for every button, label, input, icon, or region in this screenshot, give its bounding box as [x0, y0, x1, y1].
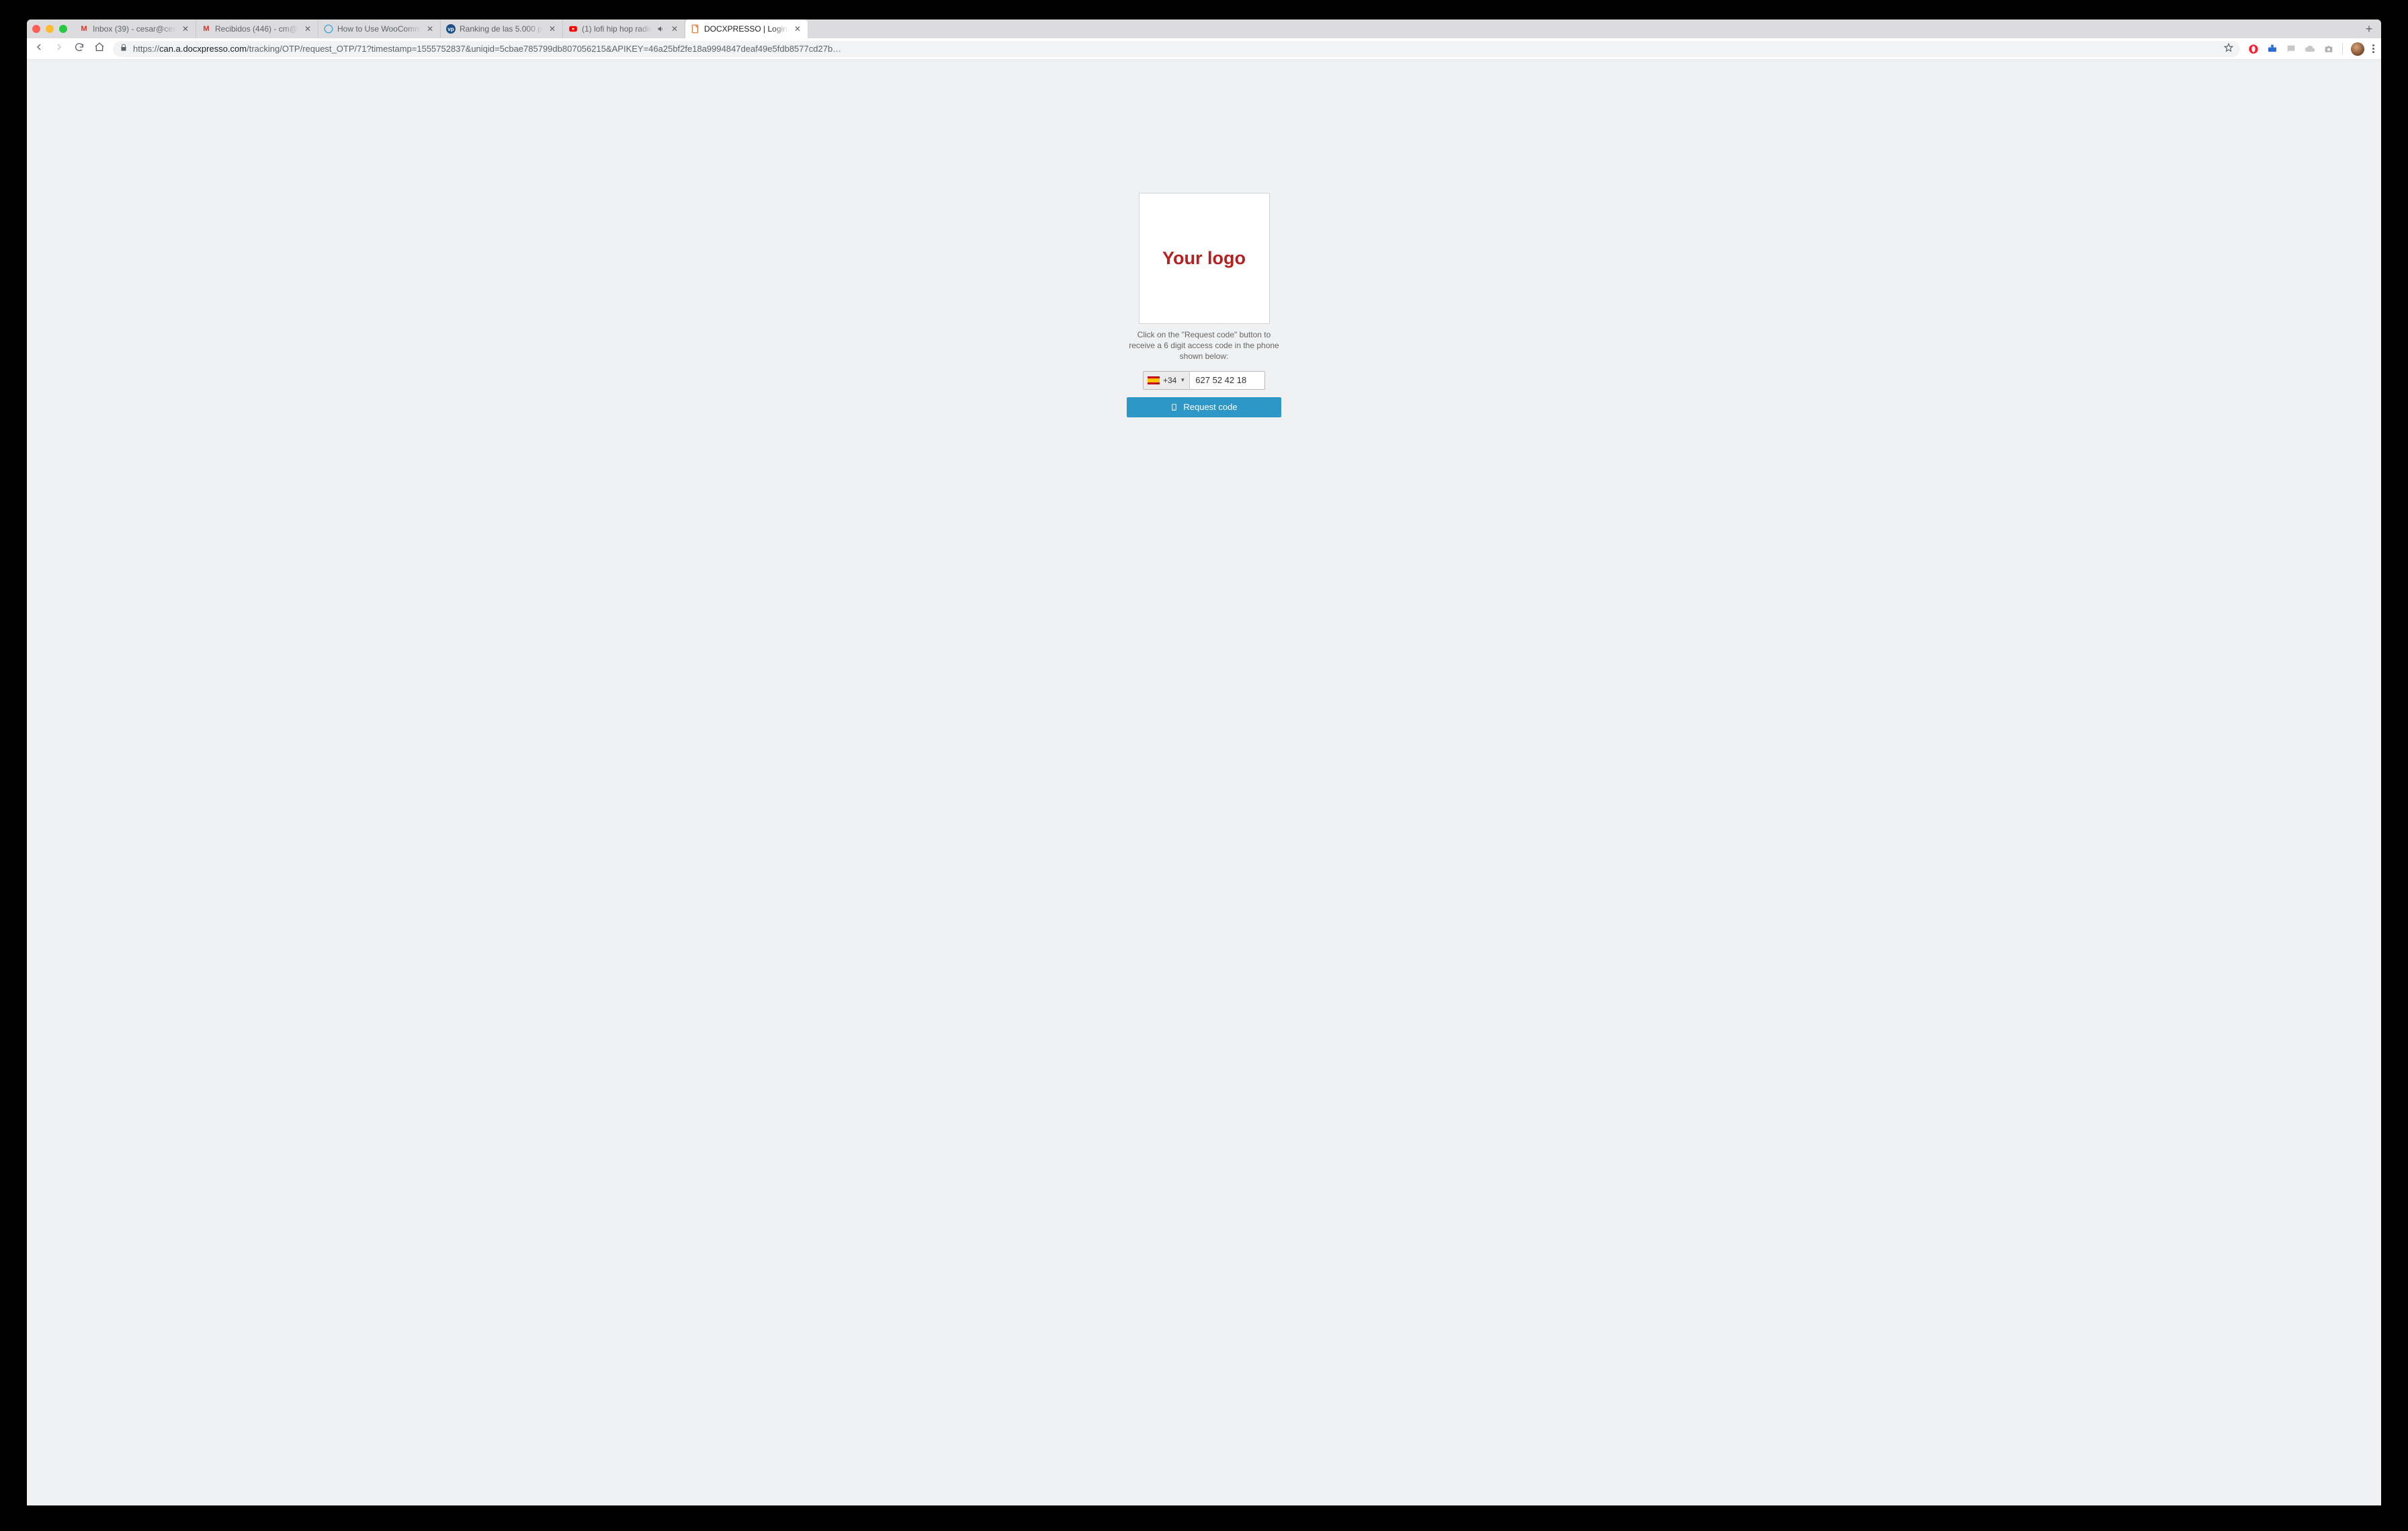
forward-button[interactable] — [54, 42, 64, 56]
tab-docxpresso-login[interactable]: DOCXPRESSO | Login ✕ — [685, 19, 808, 38]
amazon-icon — [324, 24, 333, 34]
back-button[interactable] — [34, 42, 44, 56]
phone-input[interactable] — [1190, 372, 1264, 389]
camera-extension-icon[interactable] — [2323, 44, 2334, 54]
separator — [2342, 43, 2343, 55]
extensions — [2248, 42, 2374, 56]
gmail-icon: M — [202, 24, 211, 34]
tab-title: How to Use WooCommerce Sh — [337, 24, 421, 34]
gmail-icon: M — [79, 24, 89, 34]
instruction-text: Click on the "Request code" button to re… — [1123, 329, 1285, 362]
flag-spain-icon — [1148, 376, 1160, 384]
profile-avatar[interactable] — [2351, 42, 2364, 56]
lock-icon — [120, 44, 128, 54]
nav-buttons — [34, 42, 105, 56]
bookmark-star-icon[interactable] — [2224, 43, 2233, 54]
tab-title: DOCXPRESSO | Login — [704, 24, 789, 34]
opera-extension-icon[interactable] — [2248, 44, 2259, 54]
tab-youtube-lofi[interactable]: (1) lofi hip hop radio - beat ✕ — [563, 19, 685, 38]
minimize-window-button[interactable] — [46, 25, 54, 33]
close-tab-icon[interactable]: ✕ — [425, 24, 435, 34]
maximize-window-button[interactable] — [59, 25, 67, 33]
tab-woocommerce[interactable]: How to Use WooCommerce Sh ✕ — [318, 19, 441, 38]
home-button[interactable] — [94, 42, 105, 56]
cloud-extension-icon[interactable] — [2305, 44, 2315, 54]
country-code-selector[interactable]: +34 ▼ — [1144, 372, 1190, 389]
page-content: Your logo Click on the "Request code" bu… — [27, 60, 2381, 1505]
close-tab-icon[interactable]: ✕ — [793, 24, 802, 34]
url-text: https://can.a.docxpresso.com/tracking/OT… — [133, 44, 841, 54]
tab-gmail-recibidos[interactable]: M Recibidos (446) - cm@snglr.e ✕ — [196, 19, 318, 38]
tab-strip: M Inbox (39) - cesar@cesaryjust ✕ M Reci… — [27, 19, 2381, 38]
tab-ranking[interactable]: vp Ranking de las 5.000 primeras ✕ — [441, 19, 563, 38]
wordpress-icon: vp — [446, 24, 456, 34]
request-code-label: Request code — [1183, 402, 1237, 412]
docxpresso-icon — [691, 24, 700, 34]
lastpass-extension-icon[interactable] — [2267, 44, 2278, 54]
request-code-button[interactable]: Request code — [1127, 397, 1281, 417]
close-tab-icon[interactable]: ✕ — [303, 24, 312, 34]
tab-title: Ranking de las 5.000 primeras — [460, 24, 544, 34]
phone-input-group: +34 ▼ — [1143, 371, 1265, 390]
close-tab-icon[interactable]: ✕ — [670, 24, 679, 34]
phone-icon — [1170, 402, 1178, 413]
close-tab-icon[interactable]: ✕ — [181, 24, 190, 34]
youtube-icon — [568, 24, 578, 34]
caret-down-icon: ▼ — [1180, 377, 1185, 383]
logo-text: Your logo — [1162, 248, 1246, 269]
logo-placeholder: Your logo — [1139, 193, 1270, 324]
close-window-button[interactable] — [32, 25, 40, 33]
chat-extension-icon[interactable] — [2286, 44, 2296, 54]
address-bar[interactable]: https://can.a.docxpresso.com/tracking/OT… — [113, 41, 2240, 57]
browser-window: M Inbox (39) - cesar@cesaryjust ✕ M Reci… — [27, 19, 2381, 1505]
country-code-label: +34 — [1163, 376, 1176, 385]
new-tab-button[interactable]: + — [2360, 22, 2378, 36]
toolbar: https://can.a.docxpresso.com/tracking/OT… — [27, 38, 2381, 60]
tab-title: (1) lofi hip hop radio - beat — [582, 24, 652, 34]
audio-playing-icon[interactable] — [656, 24, 666, 34]
close-tab-icon[interactable]: ✕ — [548, 24, 557, 34]
menu-button[interactable] — [2372, 44, 2374, 53]
window-controls — [32, 25, 67, 33]
tab-title: Inbox (39) - cesar@cesaryjust — [93, 24, 177, 34]
tab-title: Recibidos (446) - cm@snglr.e — [215, 24, 299, 34]
reload-button[interactable] — [74, 42, 85, 56]
tab-gmail-inbox[interactable]: M Inbox (39) - cesar@cesaryjust ✕ — [74, 19, 196, 38]
tabs: M Inbox (39) - cesar@cesaryjust ✕ M Reci… — [74, 19, 2360, 38]
